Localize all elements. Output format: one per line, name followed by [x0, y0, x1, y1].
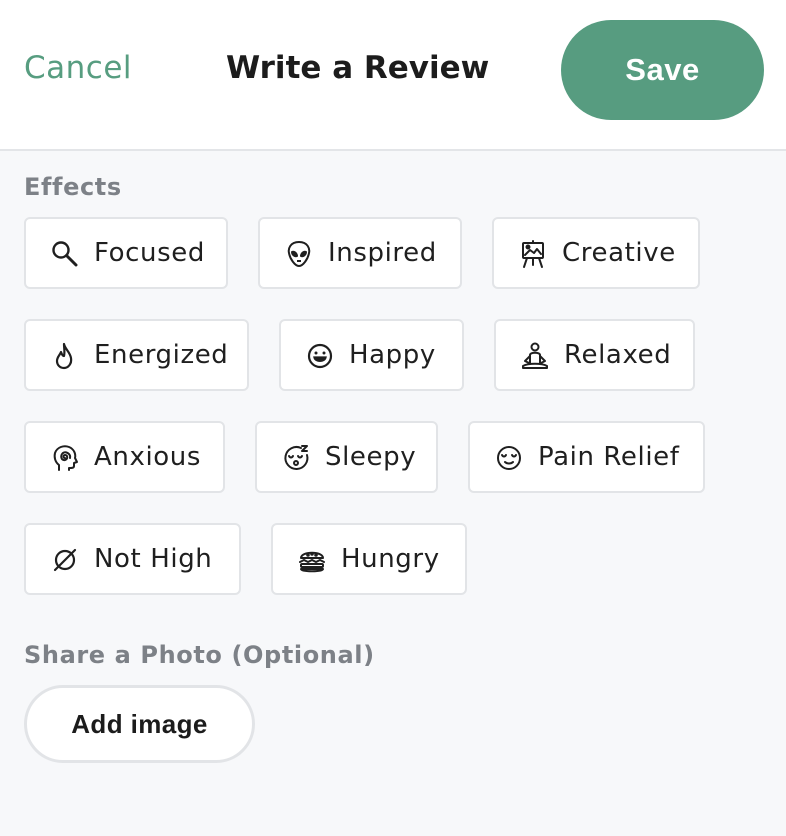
effect-label: Relaxed	[564, 340, 672, 370]
effects-section-label: Effects	[24, 173, 122, 201]
cancel-button[interactable]: Cancel	[24, 50, 132, 86]
effect-label: Anxious	[94, 442, 202, 472]
easel-icon	[518, 239, 548, 269]
head-spiral-icon	[50, 443, 80, 473]
add-image-button[interactable]: Add image	[24, 685, 255, 763]
effect-chip-inspired[interactable]: Inspired	[258, 217, 462, 289]
effect-label: Energized	[94, 340, 229, 370]
meditation-icon	[520, 341, 550, 371]
effect-label: Sleepy	[325, 442, 417, 472]
page-title: Write a Review	[226, 50, 490, 86]
effect-label: Creative	[562, 238, 676, 268]
header-bar: Cancel Write a Review Save	[0, 0, 786, 151]
save-button[interactable]: Save	[561, 20, 764, 120]
effect-label: Hungry	[341, 544, 440, 574]
effect-chip-creative[interactable]: Creative	[492, 217, 700, 289]
alien-icon	[284, 239, 314, 269]
sleepy-face-icon	[281, 443, 311, 473]
effect-chip-anxious[interactable]: Anxious	[24, 421, 225, 493]
relieved-face-icon	[494, 443, 524, 473]
empty-set-icon	[50, 545, 80, 575]
smiley-icon	[305, 341, 335, 371]
effect-label: Happy	[349, 340, 436, 370]
effect-chip-hungry[interactable]: Hungry	[271, 523, 467, 595]
magnifier-icon	[50, 239, 80, 269]
effect-chip-pain-relief[interactable]: Pain Relief	[468, 421, 705, 493]
effect-chip-energized[interactable]: Energized	[24, 319, 249, 391]
effect-label: Not High	[94, 544, 213, 574]
burger-icon	[297, 545, 327, 575]
effect-chip-happy[interactable]: Happy	[279, 319, 464, 391]
effect-chip-relaxed[interactable]: Relaxed	[494, 319, 695, 391]
effect-label: Inspired	[328, 238, 437, 268]
effect-chip-focused[interactable]: Focused	[24, 217, 228, 289]
effect-label: Focused	[94, 238, 205, 268]
effect-label: Pain Relief	[538, 442, 680, 472]
photo-section-label: Share a Photo (Optional)	[24, 641, 375, 669]
flame-icon	[50, 341, 80, 371]
effect-chip-not-high[interactable]: Not High	[24, 523, 241, 595]
effect-chip-sleepy[interactable]: Sleepy	[255, 421, 438, 493]
